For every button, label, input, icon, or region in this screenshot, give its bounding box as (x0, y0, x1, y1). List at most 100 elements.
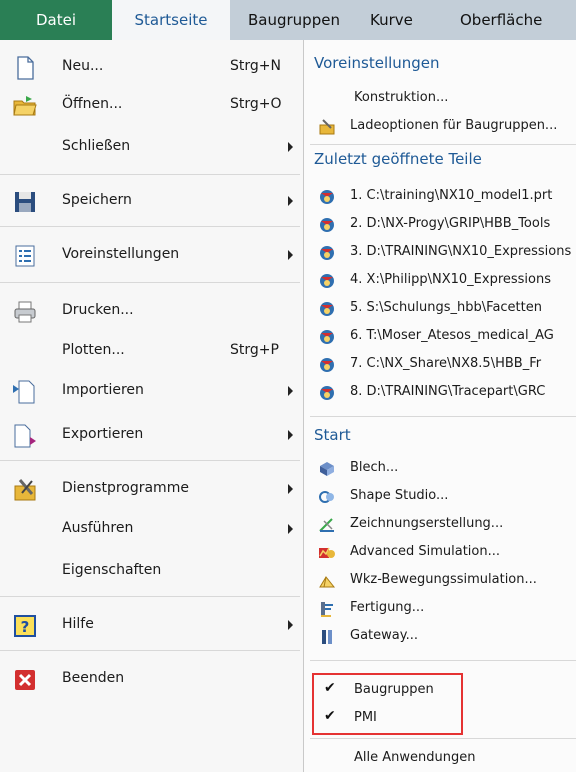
recent-file-item[interactable]: 8. D:\TRAINING\Tracepart\GRC (304, 380, 576, 406)
section-header-voreinstellungen: Voreinstellungen (314, 54, 440, 72)
submenu-arrow-icon (288, 196, 293, 206)
menu-divider (0, 650, 300, 651)
shortcut-label: Strg+P (230, 342, 279, 358)
file-menu-left-column: Neu... Strg+N Öffnen... Strg+O Schließen… (0, 40, 303, 772)
submenu-arrow-icon (288, 484, 293, 494)
tab-datei[interactable]: Datei (0, 0, 112, 40)
recent-file-item[interactable]: 1. C:\training\NX10_model1.prt (304, 184, 576, 210)
section-header-zuletzt-geoeffnet: Zuletzt geöffnete Teile (314, 150, 482, 168)
menu-divider (310, 738, 576, 739)
recent-file-item[interactable]: 3. D:\TRAINING\NX10_Expressions (304, 240, 576, 266)
help-icon: ? (14, 615, 36, 637)
recent-file-item[interactable]: 2. D:\NX-Progy\GRIP\HBB_Tools (304, 212, 576, 238)
menu-item-beenden[interactable]: Beenden (0, 664, 303, 694)
tab-kurve[interactable]: Kurve (370, 0, 413, 40)
menu-item-drucken[interactable]: Drucken... (0, 296, 303, 326)
menu-item-gateway[interactable]: Gateway... (304, 624, 576, 650)
preferences-icon (15, 245, 35, 267)
menu-item-importieren[interactable]: Importieren (0, 376, 303, 406)
menu-item-eigenschaften[interactable]: Eigenschaften (0, 556, 303, 586)
nx-part-icon (320, 246, 334, 260)
menu-item-oeffnen[interactable]: Öffnen... Strg+O (0, 90, 303, 120)
menu-item-label: 7. C:\NX_Share\NX8.5\HBB_Fr (350, 356, 542, 371)
menu-item-label: 2. D:\NX-Progy\GRIP\HBB_Tools (350, 216, 551, 231)
menu-item-label: Fertigung... (350, 600, 425, 615)
menu-item-schliessen[interactable]: Schließen (0, 132, 303, 162)
menu-item-zeichnungserstellung[interactable]: Zeichnungserstellung... (304, 512, 576, 538)
menu-item-label: Konstruktion... (354, 90, 449, 105)
menu-item-label: 4. X:\Philipp\NX10_Expressions (350, 272, 552, 287)
menu-item-ausfuehren[interactable]: Ausführen (0, 514, 303, 544)
recent-file-item[interactable]: 7. C:\NX_Share\NX8.5\HBB_Fr (304, 352, 576, 378)
manufacturing-icon (321, 602, 333, 617)
tab-oberflaeche[interactable]: Oberfläche (460, 0, 542, 40)
nx-part-icon (320, 190, 334, 204)
export-icon (14, 424, 36, 448)
nx-part-icon (320, 358, 334, 372)
menu-divider (0, 460, 300, 461)
menu-item-label: Ladeoptionen für Baugruppen... (350, 118, 558, 133)
tab-baugruppen[interactable]: Baugruppen (248, 0, 340, 40)
save-icon (15, 192, 35, 212)
file-menu: Neu... Strg+N Öffnen... Strg+O Schließen… (0, 40, 576, 772)
menu-item-ladeoptionen[interactable]: Ladeoptionen für Baugruppen... (304, 114, 576, 140)
menu-item-label: 3. D:\TRAINING\NX10_Expressions (350, 244, 572, 259)
menu-item-wkz-bewegungssimulation[interactable]: Wkz-Bewegungssimulation... (304, 568, 576, 594)
nx-part-icon (320, 330, 334, 344)
menu-divider (0, 596, 300, 597)
menu-item-label: Eigenschaften (62, 562, 162, 578)
menu-item-label: 6. T:\Moser_Atesos_medical_AG (350, 328, 554, 343)
recent-file-item[interactable]: 4. X:\Philipp\NX10_Expressions (304, 268, 576, 294)
menu-item-label: Wkz-Bewegungssimulation... (350, 572, 537, 587)
menu-item-label: Speichern (62, 192, 132, 208)
shape-studio-icon (319, 491, 334, 503)
svg-text:?: ? (21, 618, 30, 636)
menu-item-voreinstellungen[interactable]: Voreinstellungen (0, 240, 303, 270)
menu-item-label: Alle Anwendungen (354, 750, 476, 765)
menu-item-speichern[interactable]: Speichern (0, 186, 303, 216)
menu-divider (310, 144, 576, 145)
menu-item-exportieren[interactable]: Exportieren (0, 420, 303, 450)
menu-item-blech[interactable]: Blech... (304, 456, 576, 482)
submenu-arrow-icon (288, 386, 293, 396)
menu-item-label: Gateway... (350, 628, 418, 643)
menu-item-label: Voreinstellungen (62, 246, 180, 262)
motion-simulation-icon (319, 576, 336, 588)
load-options-icon (319, 119, 335, 135)
nx-part-icon (320, 218, 334, 232)
menu-divider (0, 282, 300, 283)
menu-item-label: Beenden (62, 670, 125, 686)
menu-divider (0, 174, 300, 175)
menu-item-label: Öffnen... (62, 96, 123, 112)
menu-divider (310, 660, 576, 661)
highlight-box (312, 673, 463, 735)
menu-item-advanced-simulation[interactable]: Advanced Simulation... (304, 540, 576, 566)
menu-item-label: Schließen (62, 138, 131, 154)
menu-item-label: 1. C:\training\NX10_model1.prt (350, 188, 553, 203)
menu-item-label: Shape Studio... (350, 488, 449, 503)
open-folder-icon (13, 96, 37, 116)
nx-part-icon (320, 274, 334, 288)
menu-item-shape-studio[interactable]: Shape Studio... (304, 484, 576, 510)
menu-item-neu[interactable]: Neu... Strg+N (0, 52, 303, 82)
menu-item-dienstprogramme[interactable]: Dienstprogramme (0, 474, 303, 504)
submenu-arrow-icon (288, 430, 293, 440)
menu-item-label: Exportieren (62, 426, 144, 442)
submenu-arrow-icon (288, 250, 293, 260)
menu-item-konstruktion[interactable]: Konstruktion... (304, 86, 576, 112)
menu-item-label: Hilfe (62, 616, 94, 632)
menu-item-fertigung[interactable]: Fertigung... (304, 596, 576, 622)
menu-item-label: Blech... (350, 460, 399, 475)
tab-startseite[interactable]: Startseite (112, 0, 230, 40)
nx-part-icon (320, 386, 334, 400)
import-icon (13, 380, 35, 404)
recent-file-item[interactable]: 6. T:\Moser_Atesos_medical_AG (304, 324, 576, 350)
submenu-arrow-icon (288, 620, 293, 630)
menu-item-hilfe[interactable]: ? Hilfe (0, 610, 303, 640)
menu-item-alle-anwendungen[interactable]: Alle Anwendungen (304, 746, 576, 772)
recent-file-item[interactable]: 5. S:\Schulungs_hbb\Facetten (304, 296, 576, 322)
menu-item-plotten[interactable]: Plotten... Strg+P (0, 336, 303, 366)
drafting-icon (319, 518, 334, 532)
new-file-icon (17, 56, 34, 80)
utilities-icon (14, 479, 36, 501)
